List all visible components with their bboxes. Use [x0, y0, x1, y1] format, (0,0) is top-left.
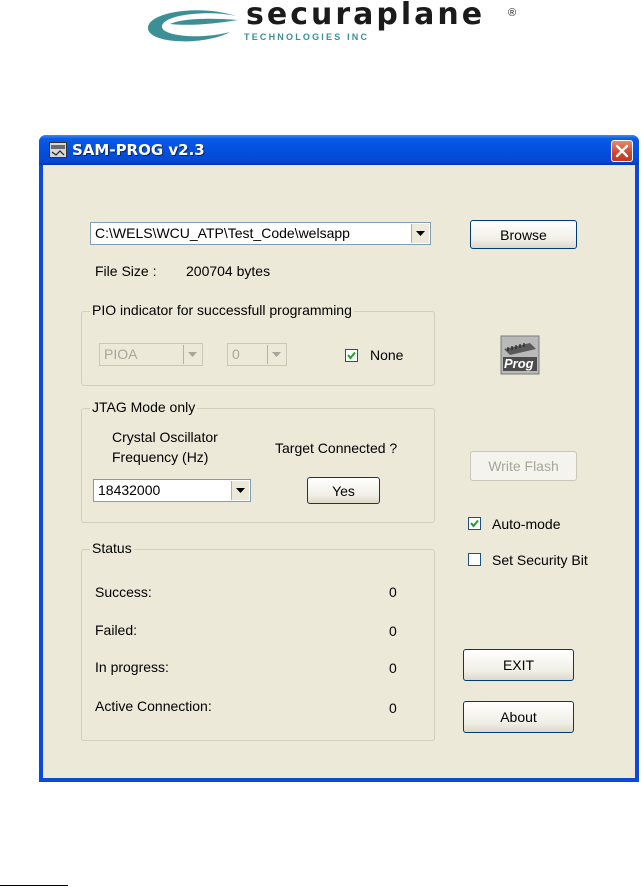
- yes-button-label: Yes: [332, 482, 355, 499]
- browse-button-label: Browse: [500, 226, 547, 243]
- status-value-success: 0: [389, 584, 397, 600]
- logo-subtitle: TECHNOLOGIES INC: [244, 32, 370, 42]
- pio-pin-combo[interactable]: 0: [227, 343, 287, 366]
- status-label-success: Success:: [95, 584, 152, 600]
- close-button[interactable]: [611, 140, 633, 162]
- chevron-down-icon[interactable]: [267, 345, 285, 364]
- yes-button[interactable]: Yes: [307, 477, 380, 504]
- oscillator-frequency-combo[interactable]: 18432000: [93, 479, 251, 502]
- chevron-down-icon[interactable]: [183, 345, 201, 364]
- window-title: SAM-PROG v2.3: [72, 141, 205, 159]
- file-path-combo[interactable]: C:\WELS\WCU_ATP\Test_Code\welsapp: [90, 222, 431, 245]
- window-client-area: C:\WELS\WCU_ATP\Test_Code\welsapp Browse…: [43, 165, 635, 778]
- logo-brand-text: securaplane: [246, 0, 486, 32]
- none-checkbox[interactable]: [345, 349, 358, 362]
- footnote-divider: [0, 885, 68, 886]
- write-flash-button-label: Write Flash: [488, 458, 559, 474]
- file-size-label: File Size :: [95, 263, 157, 279]
- status-group-title: Status: [90, 540, 134, 556]
- app-icon: [49, 142, 67, 158]
- title-bar[interactable]: SAM-PROG v2.3: [39, 135, 639, 165]
- logo-registered-mark: ®: [508, 7, 517, 19]
- exit-button-label: EXIT: [502, 657, 535, 673]
- oscillator-label-line1: Crystal Oscillator: [112, 429, 218, 445]
- status-label-active-connection: Active Connection:: [95, 698, 212, 714]
- status-value-active-connection: 0: [389, 700, 397, 716]
- oscillator-label-line2: Frequency (Hz): [112, 449, 209, 465]
- close-icon: [615, 144, 629, 158]
- status-value-in-progress: 0: [389, 660, 397, 676]
- pio-port-combo[interactable]: PIOA: [99, 343, 203, 366]
- status-label-failed: Failed:: [95, 622, 138, 638]
- auto-mode-label: Auto-mode: [492, 516, 561, 532]
- none-checkbox-label: None: [370, 347, 404, 363]
- pio-pin-value: 0: [232, 346, 240, 362]
- chevron-down-icon[interactable]: [411, 224, 429, 243]
- file-size-value: 200704 bytes: [186, 263, 271, 279]
- pio-port-value: PIOA: [104, 346, 138, 362]
- oscillator-frequency-value: 18432000: [98, 482, 161, 498]
- securaplane-logo: securaplane ® TECHNOLOGIES INC: [140, 0, 520, 48]
- browse-button[interactable]: Browse: [470, 220, 577, 249]
- pio-group-title: PIO indicator for successfull programmin…: [90, 302, 354, 318]
- prog-chip-icon: Prog: [500, 335, 540, 375]
- auto-mode-checkbox[interactable]: [468, 517, 481, 530]
- logo-swirl-icon: [148, 10, 238, 42]
- file-path-value: C:\WELS\WCU_ATP\Test_Code\welsapp: [95, 225, 350, 241]
- checkmark-icon: [470, 519, 479, 528]
- status-label-in-progress: In progress:: [95, 659, 169, 675]
- security-bit-checkbox[interactable]: [468, 553, 481, 566]
- jtag-mode-group: JTAG Mode only: [81, 399, 435, 523]
- about-button-label: About: [500, 709, 537, 725]
- write-flash-button[interactable]: Write Flash: [470, 451, 577, 481]
- jtag-group-title: JTAG Mode only: [90, 399, 198, 415]
- prog-icon-label: Prog: [504, 356, 534, 371]
- chevron-down-icon[interactable]: [231, 481, 249, 500]
- target-connected-label: Target Connected ?: [275, 440, 398, 456]
- sam-prog-window: SAM-PROG v2.3 C:\WELS\WCU_ATP\Test_Code\…: [39, 135, 639, 782]
- security-bit-label: Set Security Bit: [492, 552, 588, 568]
- about-button[interactable]: About: [463, 701, 574, 733]
- checkmark-icon: [347, 351, 356, 360]
- exit-button[interactable]: EXIT: [463, 649, 574, 681]
- status-value-failed: 0: [389, 623, 397, 639]
